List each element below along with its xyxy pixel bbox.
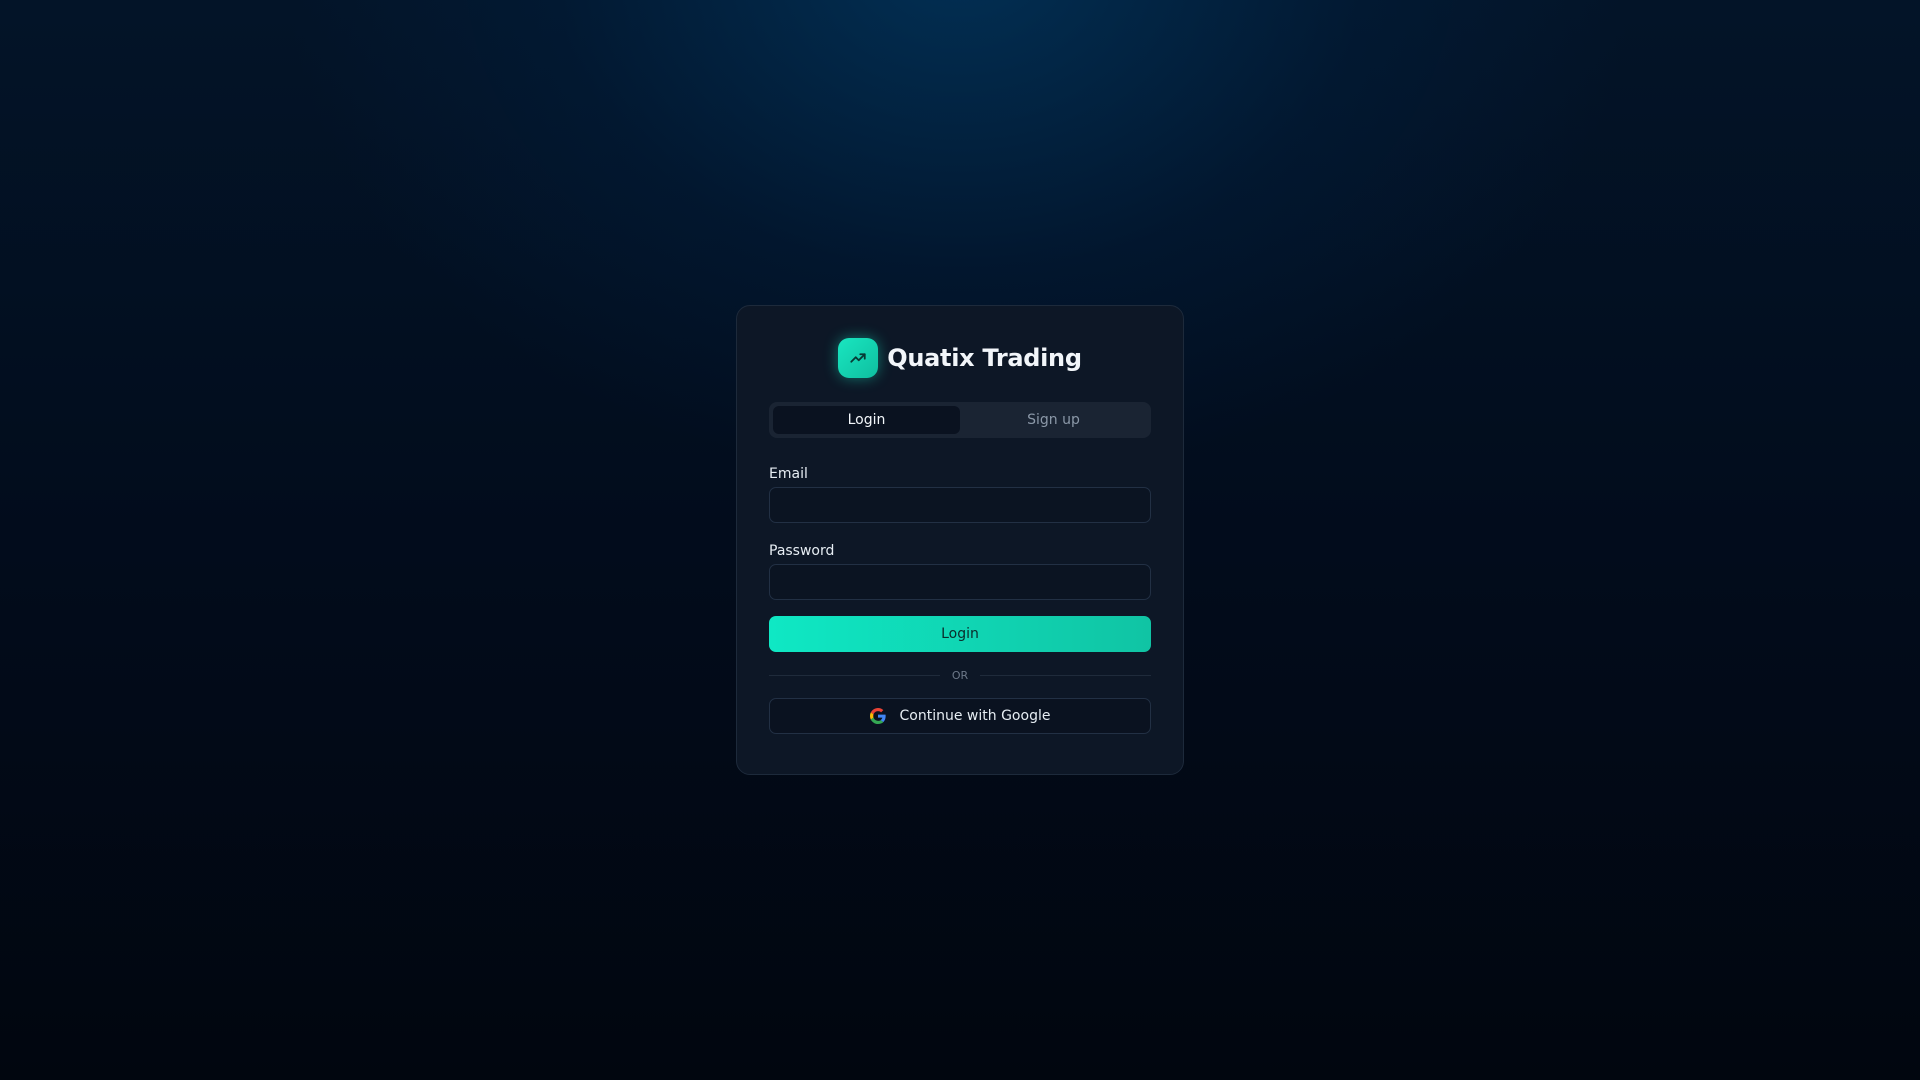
google-button-label: Continue with Google (899, 708, 1051, 724)
auth-tabs: Login Sign up (769, 402, 1151, 438)
divider-text: OR (951, 668, 969, 682)
or-divider: OR (769, 668, 1151, 682)
password-label: Password (769, 543, 835, 559)
email-input[interactable] (769, 487, 1151, 523)
google-icon (869, 708, 886, 724)
tab-login[interactable]: Login (773, 406, 960, 434)
password-input[interactable] (769, 564, 1151, 600)
email-field-group: Email (769, 466, 1151, 523)
divider-line-left (769, 674, 940, 676)
divider-line-right (980, 674, 1151, 676)
email-label: Email (769, 466, 808, 482)
login-card: Quatix Trading Login Sign up Email Passw… (736, 305, 1184, 775)
google-signin-button[interactable]: Continue with Google (769, 698, 1151, 734)
brand-name: Quatix Trading (887, 344, 1082, 372)
password-field-group: Password (769, 543, 1151, 600)
trending-up-icon (838, 338, 879, 378)
brand-header: Quatix Trading (769, 338, 1151, 378)
tab-sign-up[interactable]: Sign up (960, 406, 1147, 434)
login-button[interactable]: Login (769, 616, 1151, 652)
